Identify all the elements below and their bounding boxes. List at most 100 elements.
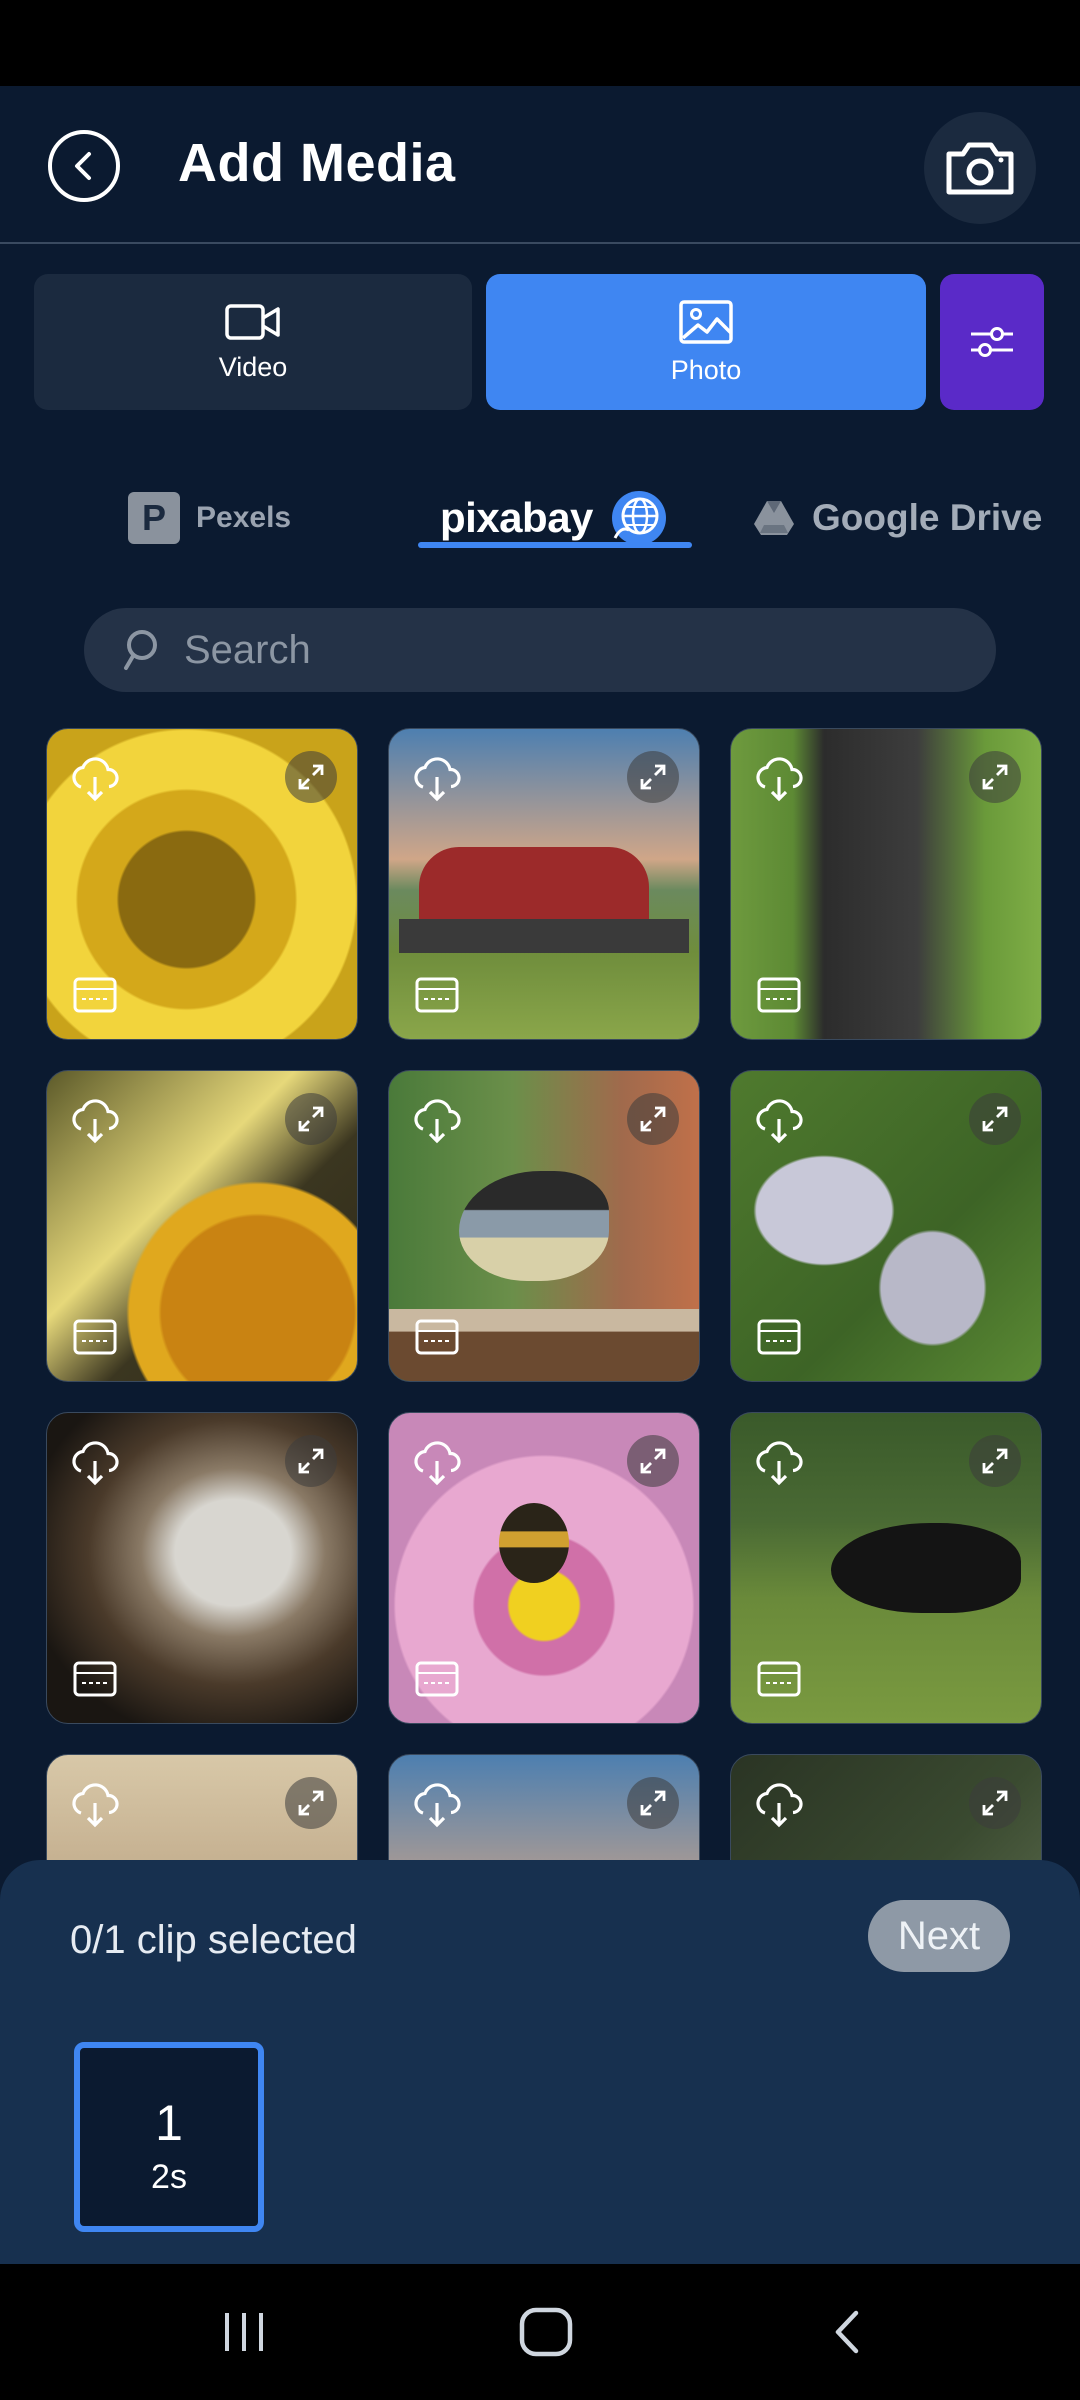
- sliders-icon: [971, 327, 1013, 357]
- photo-badge-icon: [757, 977, 801, 1013]
- expand-icon: [298, 764, 324, 790]
- source-tab-active-indicator: [418, 542, 692, 548]
- video-camera-icon: [225, 303, 280, 340]
- recent-apps-button[interactable]: [204, 2300, 284, 2364]
- expand-button[interactable]: [969, 1435, 1021, 1487]
- tab-video[interactable]: Video: [34, 274, 472, 410]
- expand-button[interactable]: [285, 1093, 337, 1145]
- expand-icon: [982, 764, 1008, 790]
- filter-button[interactable]: [940, 274, 1044, 410]
- next-button[interactable]: Next: [868, 1900, 1010, 1972]
- selection-sheet: 0/1 clip selected Next 1 2s: [0, 1860, 1080, 2264]
- expand-icon: [298, 1790, 324, 1816]
- add-media-screen: Add Media Video Photo P Pexels pixabay G…: [0, 86, 1080, 2264]
- clip-slot[interactable]: 1 2s: [74, 2042, 264, 2232]
- expand-button[interactable]: [627, 1777, 679, 1829]
- back-chevron-icon: [835, 2310, 859, 2354]
- photo-badge-icon: [73, 977, 117, 1013]
- recent-apps-icon: [225, 2313, 263, 2351]
- expand-icon: [298, 1106, 324, 1132]
- globe-icon: [611, 491, 666, 545]
- cloud-download-icon[interactable]: [409, 1093, 465, 1149]
- page-title: Add Media: [178, 133, 456, 193]
- cloud-download-icon[interactable]: [409, 751, 465, 807]
- expand-icon: [640, 1448, 666, 1474]
- crow-body: [831, 1523, 1021, 1613]
- photo-badge-icon: [415, 977, 459, 1013]
- image-icon: [679, 299, 733, 344]
- expand-button[interactable]: [285, 1435, 337, 1487]
- clip-slot-duration: 2s: [151, 2157, 187, 2196]
- clip-slot-number: 1: [155, 2094, 183, 2151]
- source-tab-google-drive[interactable]: Google Drive: [752, 478, 1042, 558]
- tab-photo[interactable]: Photo: [486, 274, 926, 410]
- photo-tile-sunflower[interactable]: [46, 728, 358, 1040]
- expand-button[interactable]: [969, 751, 1021, 803]
- photo-badge-icon: [415, 1661, 459, 1697]
- source-tab-pexels[interactable]: P Pexels: [128, 478, 291, 558]
- cloud-download-icon[interactable]: [751, 1777, 807, 1833]
- source-tab-pexels-label: Pexels: [196, 501, 292, 534]
- cloud-download-icon[interactable]: [409, 1777, 465, 1833]
- tab-photo-label: Photo: [670, 354, 742, 385]
- cloud-download-icon[interactable]: [67, 1093, 123, 1149]
- source-tab-pixabay-label: pixabay: [440, 494, 593, 541]
- expand-button[interactable]: [627, 751, 679, 803]
- expand-button[interactable]: [285, 751, 337, 803]
- photo-badge-icon: [757, 1319, 801, 1355]
- camera-button[interactable]: [924, 112, 1036, 224]
- home-icon: [519, 2307, 573, 2357]
- expand-icon: [982, 1106, 1008, 1132]
- expand-icon: [982, 1790, 1008, 1816]
- search-input[interactable]: [184, 627, 964, 673]
- header: Add Media: [0, 86, 1080, 242]
- camera-icon: [946, 142, 1014, 195]
- back-button[interactable]: [48, 130, 120, 202]
- google-drive-icon: [754, 501, 794, 535]
- photo-tile-tractor[interactable]: [388, 728, 700, 1040]
- photo-badge-icon: [73, 1661, 117, 1697]
- search-icon: [124, 630, 157, 670]
- photo-tile-white-flowers[interactable]: [730, 1070, 1042, 1382]
- photo-tile-bee-coneflower[interactable]: [46, 1070, 358, 1382]
- expand-button[interactable]: [627, 1435, 679, 1487]
- chevron-left-icon: [75, 152, 91, 180]
- bird-body: [459, 1171, 609, 1281]
- expand-icon: [640, 764, 666, 790]
- photo-tile-macaque[interactable]: [730, 728, 1042, 1040]
- pexels-logo-icon: P: [128, 492, 180, 544]
- expand-icon: [640, 1790, 666, 1816]
- photo-badge-icon: [415, 1319, 459, 1355]
- photo-tile-vulture[interactable]: [46, 1412, 358, 1724]
- photo-tile-bumblebee-cosmos[interactable]: [388, 1412, 700, 1724]
- bee-shape: [499, 1503, 569, 1583]
- search-bar[interactable]: [84, 608, 996, 692]
- cloud-download-icon[interactable]: [409, 1435, 465, 1491]
- home-button[interactable]: [506, 2300, 586, 2364]
- source-tab-google-drive-label: Google Drive: [812, 497, 1043, 538]
- expand-icon: [640, 1106, 666, 1132]
- cloud-download-icon[interactable]: [751, 1093, 807, 1149]
- tab-video-label: Video: [218, 351, 288, 382]
- photo-badge-icon: [73, 1319, 117, 1355]
- expand-button[interactable]: [969, 1093, 1021, 1145]
- expand-icon: [982, 1448, 1008, 1474]
- selection-count: 0/1 clip selected: [70, 1918, 357, 1962]
- cloud-download-icon[interactable]: [67, 1777, 123, 1833]
- system-back-button[interactable]: [808, 2300, 888, 2364]
- expand-button[interactable]: [969, 1777, 1021, 1829]
- cloud-download-icon[interactable]: [751, 751, 807, 807]
- cloud-download-icon[interactable]: [67, 1435, 123, 1491]
- photo-tile-crow[interactable]: [730, 1412, 1042, 1724]
- system-nav-bar: [0, 2264, 1080, 2400]
- header-divider: [0, 242, 1080, 244]
- expand-button[interactable]: [285, 1777, 337, 1829]
- cloud-download-icon[interactable]: [751, 1435, 807, 1491]
- photo-badge-icon: [757, 1661, 801, 1697]
- cloud-download-icon[interactable]: [67, 751, 123, 807]
- expand-button[interactable]: [627, 1093, 679, 1145]
- photo-tile-great-tit[interactable]: [388, 1070, 700, 1382]
- tractor-machinery: [399, 919, 689, 953]
- status-bar: [0, 0, 1080, 86]
- expand-icon: [298, 1448, 324, 1474]
